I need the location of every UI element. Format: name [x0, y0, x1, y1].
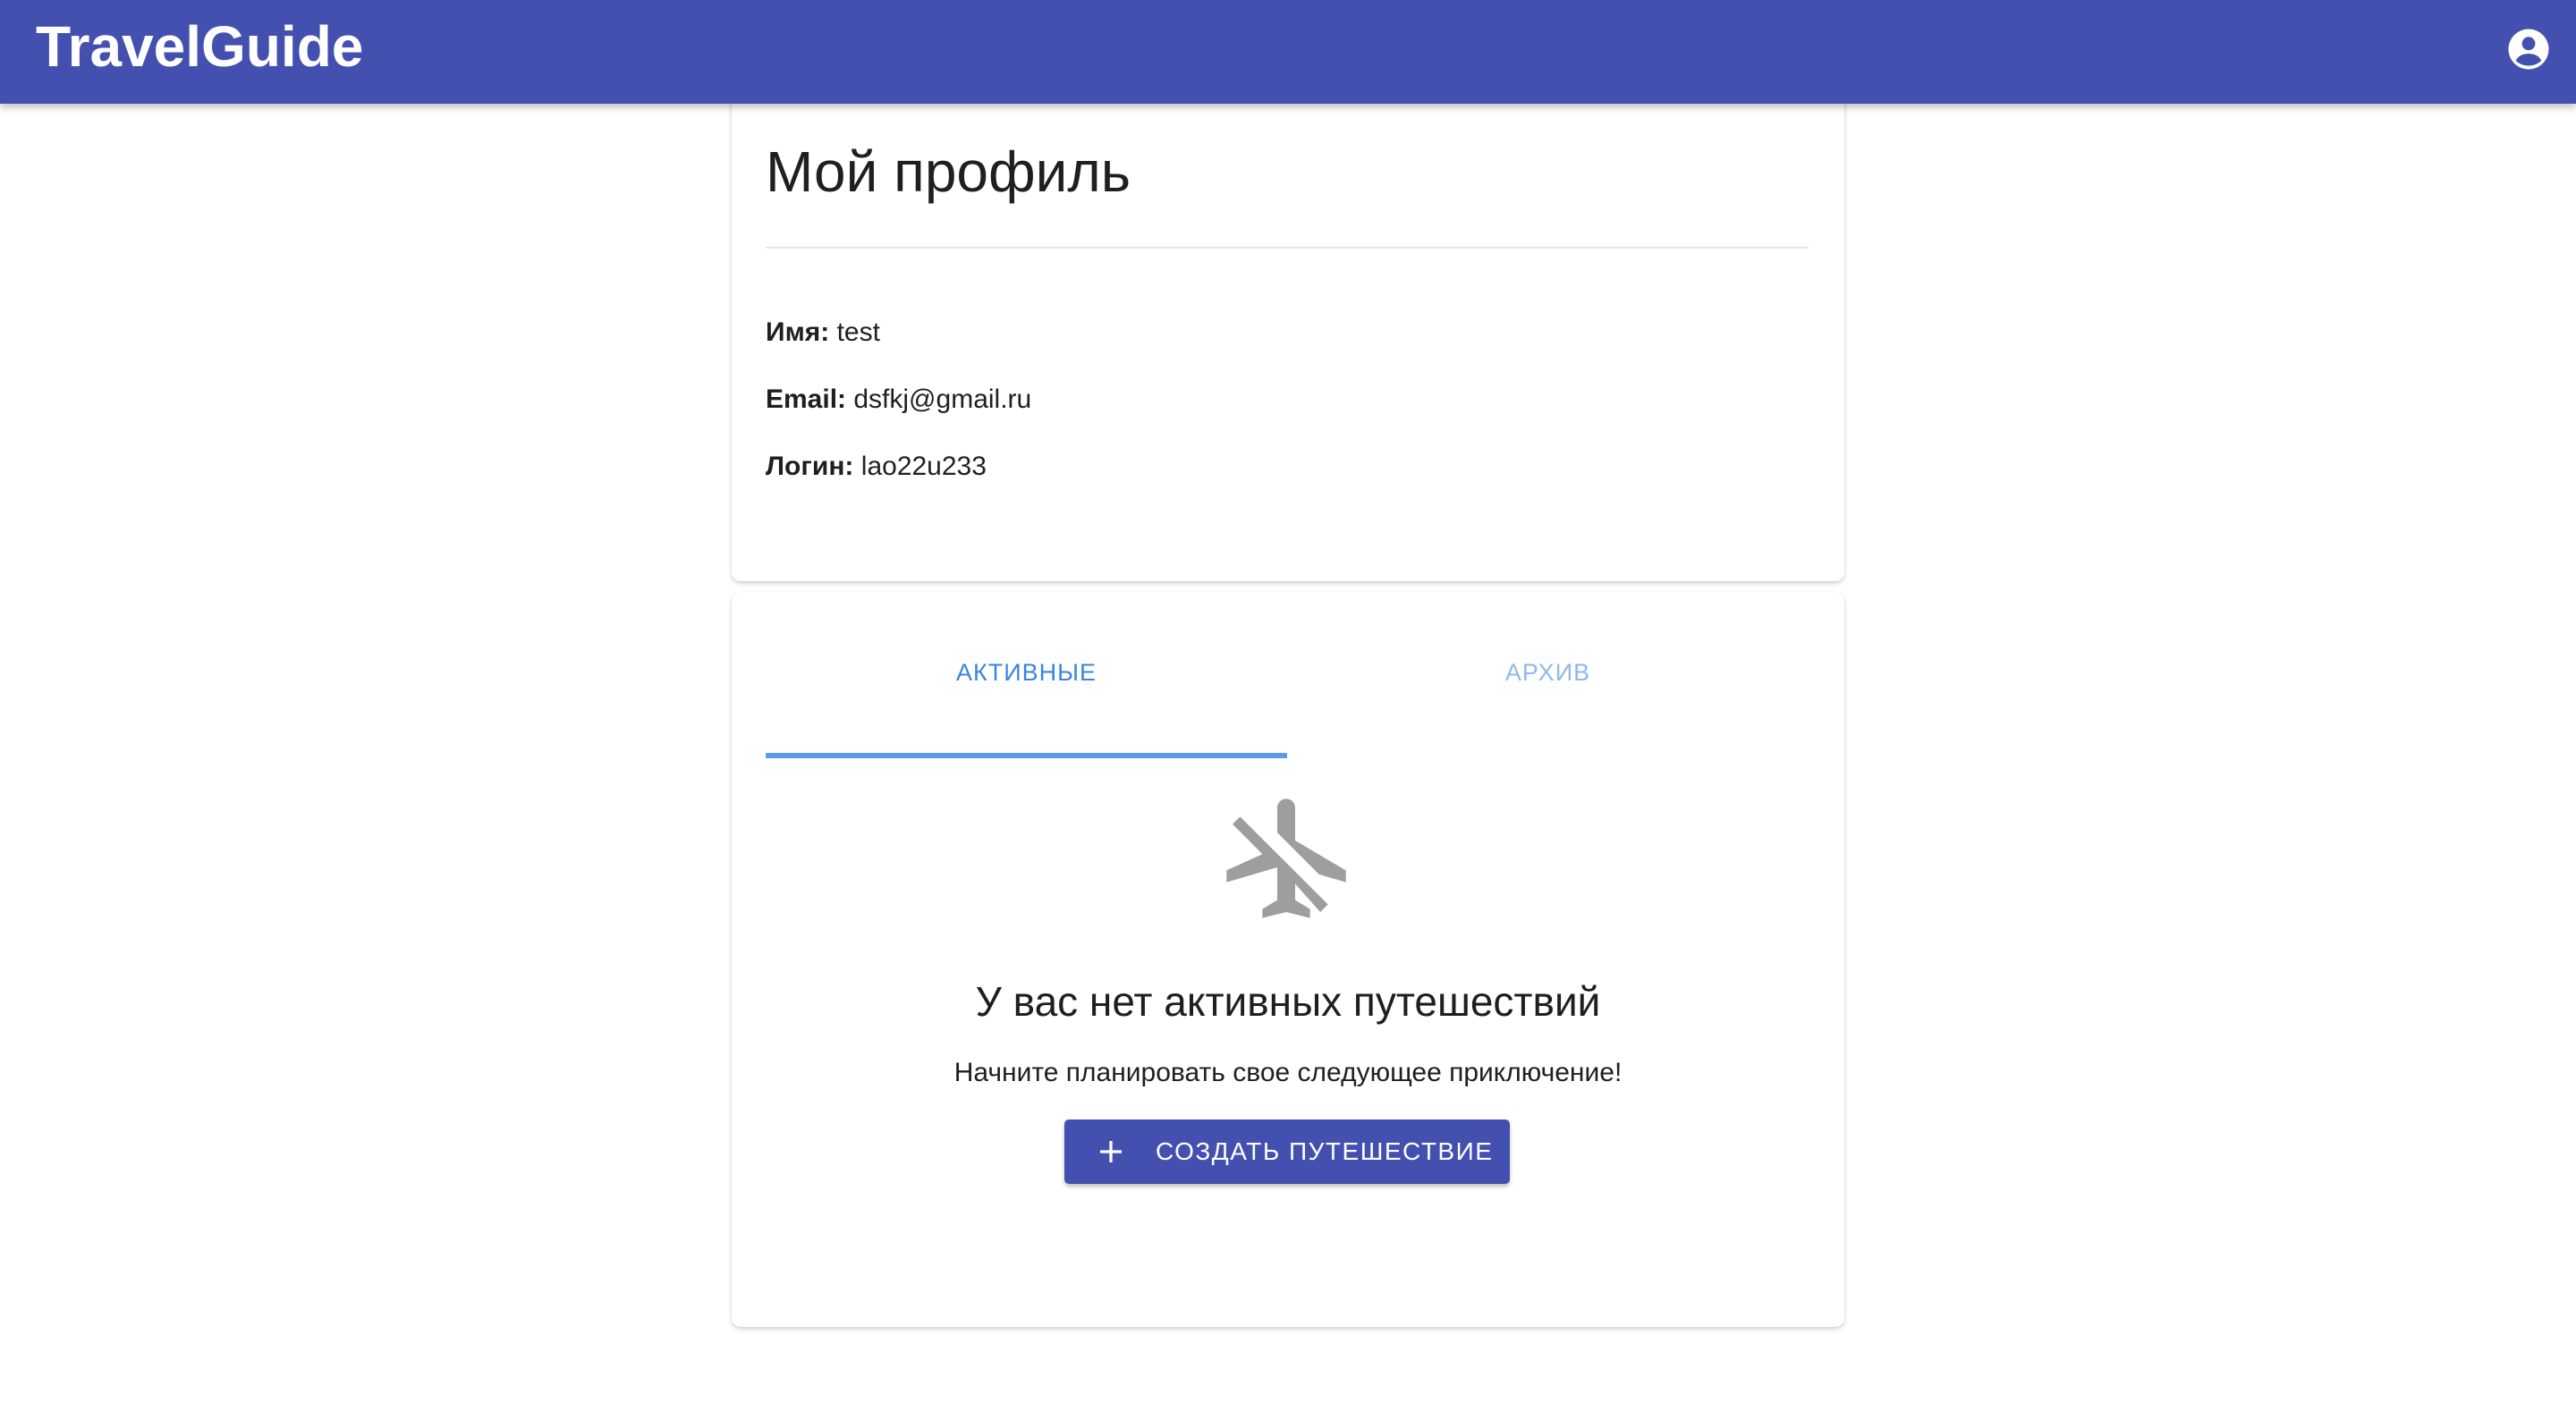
- brand-logo-text[interactable]: TravelGuide: [36, 13, 363, 80]
- profile-email-row: Email: dsfkj@gmail.ru: [766, 382, 1031, 418]
- plus-icon: [1095, 1136, 1127, 1168]
- profile-email-label: Email:: [766, 384, 847, 414]
- profile-login-label: Логин:: [766, 452, 854, 481]
- empty-state-subtitle: Начните планировать свое следующее прикл…: [953, 1058, 1623, 1087]
- empty-state-title: У вас нет активных путешествий: [975, 978, 1601, 1025]
- profile-login-value: lao22u233: [860, 452, 987, 481]
- app-bar: TravelGuide: [0, 0, 2576, 104]
- profile-name-row: Имя: test: [766, 315, 880, 351]
- account-circle-icon[interactable]: [2504, 25, 2553, 73]
- profile-card: Мой профиль Имя: test Email: dsfkj@gmail…: [732, 80, 1844, 581]
- airplane-off-icon: [1215, 787, 1358, 930]
- tab-active-trips[interactable]: АКТИВНЫЕ: [766, 646, 1287, 717]
- profile-email-value: dsfkj@gmail.ru: [853, 384, 1032, 414]
- trips-tabs: АКТИВНЫЕ АРХИВ: [766, 646, 1809, 758]
- profile-divider: [766, 247, 1809, 249]
- plus-icon-graphic: [1100, 1141, 1122, 1162]
- create-trip-button-label: СОЗДАТЬ ПУТЕШЕСТВИЕ: [1156, 1137, 1494, 1165]
- tab-archive[interactable]: АРХИВ: [1287, 646, 1809, 717]
- profile-name-label: Имя:: [766, 317, 830, 347]
- trips-card: АКТИВНЫЕ АРХИВ У вас нет активных путеше…: [732, 592, 1844, 1327]
- page-title: Мой профиль: [766, 139, 1131, 204]
- account-circle-icon-graphic: [2508, 29, 2549, 70]
- tab-indicator: [766, 753, 1287, 758]
- profile-login-row: Логин: lao22u233: [766, 449, 987, 485]
- profile-name-value: test: [836, 317, 880, 347]
- create-trip-button[interactable]: СОЗДАТЬ ПУТЕШЕСТВИЕ: [1064, 1120, 1510, 1184]
- airplane-off-icon-graphic: [1226, 798, 1346, 918]
